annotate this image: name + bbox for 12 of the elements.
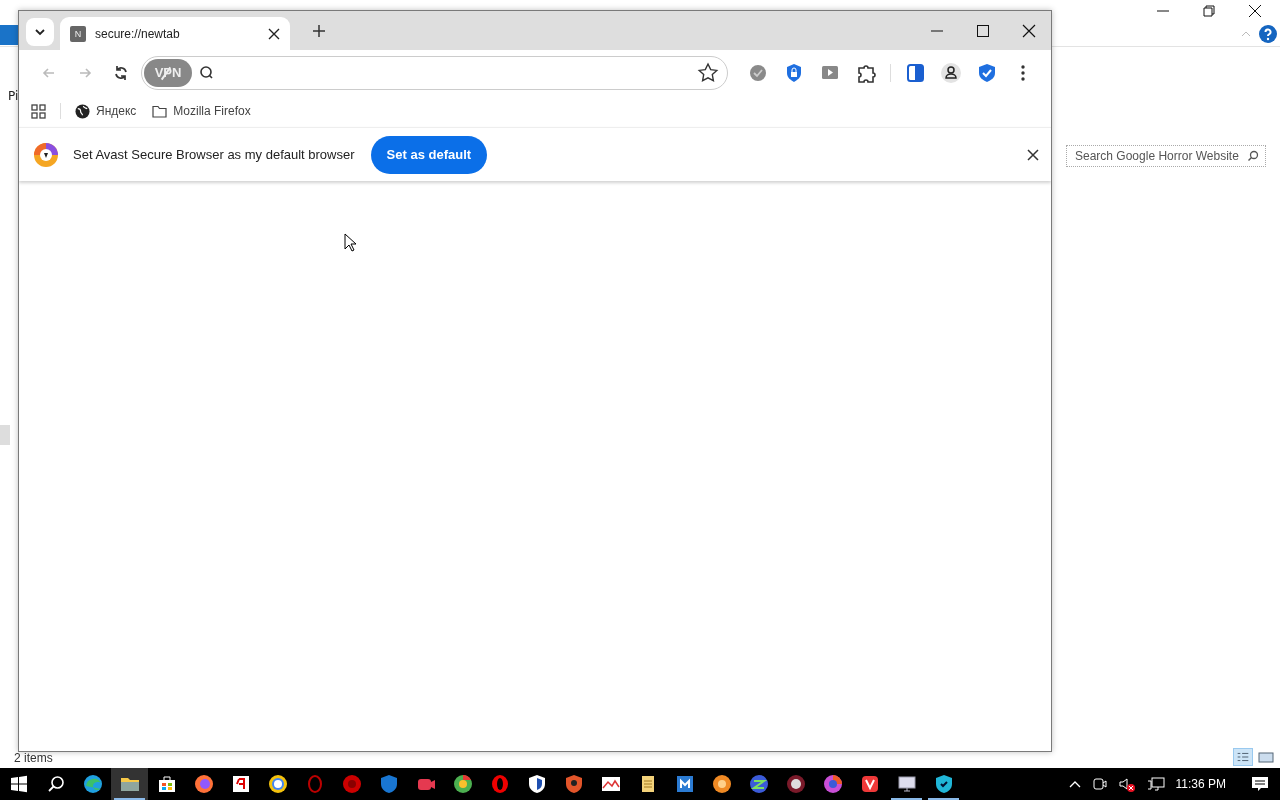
clock[interactable]: 11:36 PM <box>1175 777 1226 791</box>
search-field[interactable]: Search Google Horror Website <box>1066 145 1266 167</box>
bookmark-label: Яндекс <box>96 104 137 118</box>
favicon: N <box>70 25 86 42</box>
ribbon-label: Pi <box>8 89 19 103</box>
set-default-button[interactable]: Set as default <box>370 135 488 174</box>
infobar-message: Set Avast Secure Browser as my default browser <box>73 147 355 162</box>
bookmark[interactable]: Яндекс <box>75 103 137 119</box>
bookmark-label: Mozilla Firefox <box>173 104 251 118</box>
browser-tab[interactable]: N secure://newtab <box>60 17 290 50</box>
bookmark[interactable]: Mozilla Firefox <box>152 104 251 118</box>
status-text: 2 items <box>14 751 53 765</box>
